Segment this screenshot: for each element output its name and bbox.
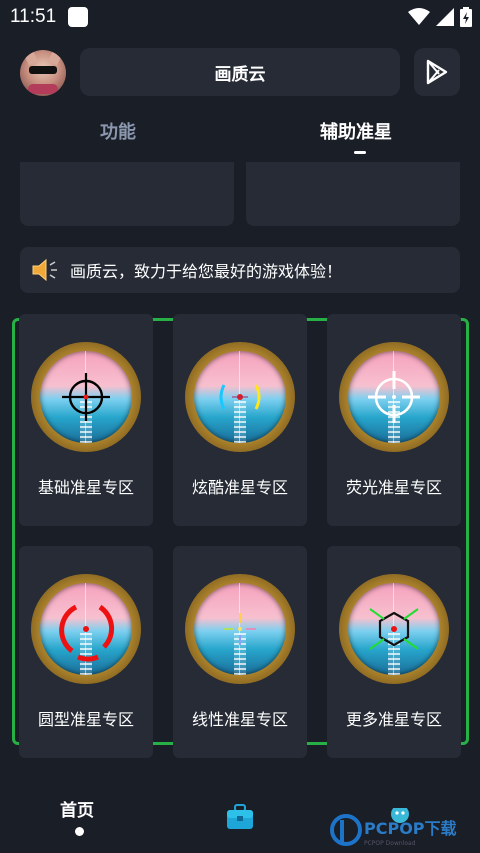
scope-image: [31, 574, 141, 684]
red-circle-reticle-icon: [59, 604, 115, 662]
tab-bar: 功能 辅助准星: [0, 118, 480, 158]
tab-indicator: [354, 151, 366, 154]
scope-image: [185, 342, 295, 452]
avatar[interactable]: [20, 50, 66, 96]
brackets-reticle-icon: [219, 384, 261, 410]
watermark-text: PCPOP下载: [364, 819, 457, 838]
hexagon-reticle-icon: [369, 608, 419, 650]
watermark-subtext: PCPOP Download: [364, 840, 416, 847]
toolbox-icon[interactable]: [226, 804, 254, 830]
card-label: 炫酷准星专区: [191, 478, 288, 497]
feature-card-right[interactable]: [246, 162, 460, 226]
scope-image: [339, 342, 449, 452]
card-label: 圆型准星专区: [37, 710, 134, 729]
card-label: 更多准星专区: [345, 710, 442, 729]
notice-banner: 画质云，致力于给您最好的游戏体验！: [20, 247, 460, 293]
notification-icon: [68, 7, 89, 27]
card-label: 基础准星专区: [37, 478, 134, 497]
card-glow-reticle[interactable]: 荧光准星专区: [327, 314, 461, 526]
watermark-logo-icon: PCPOP下载 PCPOP Download: [330, 805, 457, 847]
scope-image: [31, 342, 141, 452]
card-label: 线性准星专区: [191, 710, 288, 729]
status-time: 11:51: [10, 6, 57, 27]
feature-card-left[interactable]: [20, 162, 234, 226]
play-store-button[interactable]: [414, 48, 460, 96]
scope-image: [339, 574, 449, 684]
nav-home[interactable]: 首页: [60, 796, 94, 821]
watermark: PCPOP下载 PCPOP Download: [330, 805, 480, 850]
tab-aim-assist[interactable]: 辅助准星: [320, 118, 392, 144]
tab-function[interactable]: 功能: [100, 118, 136, 144]
scope-image: [185, 574, 295, 684]
card-round-reticle[interactable]: 圆型准星专区: [19, 546, 153, 758]
notice-text: 画质云，致力于给您最好的游戏体验！: [70, 262, 343, 281]
status-bar: 11:51: [0, 0, 480, 34]
nav-active-dot: [75, 827, 84, 836]
battery-icon: [460, 7, 472, 27]
play-store-icon: [426, 59, 448, 85]
card-cool-reticle[interactable]: 炫酷准星专区: [173, 314, 307, 526]
top-bar: 画质云: [0, 48, 480, 96]
wifi-icon: [408, 8, 430, 25]
app-title: 画质云: [214, 64, 266, 85]
signal-icon: [436, 8, 454, 26]
card-label: 荧光准星专区: [345, 478, 442, 497]
speaker-icon: [32, 258, 57, 282]
lines-reticle-icon: [224, 613, 256, 645]
card-more-reticle[interactable]: 更多准星专区: [327, 546, 461, 758]
card-basic-reticle[interactable]: 基础准星专区: [19, 314, 153, 526]
app-title-box: 画质云: [80, 48, 400, 96]
status-icons: [408, 7, 472, 27]
crosshair-icon: [62, 373, 110, 421]
white-circle-reticle-icon: [368, 371, 420, 423]
card-line-reticle[interactable]: 线性准星专区: [173, 546, 307, 758]
